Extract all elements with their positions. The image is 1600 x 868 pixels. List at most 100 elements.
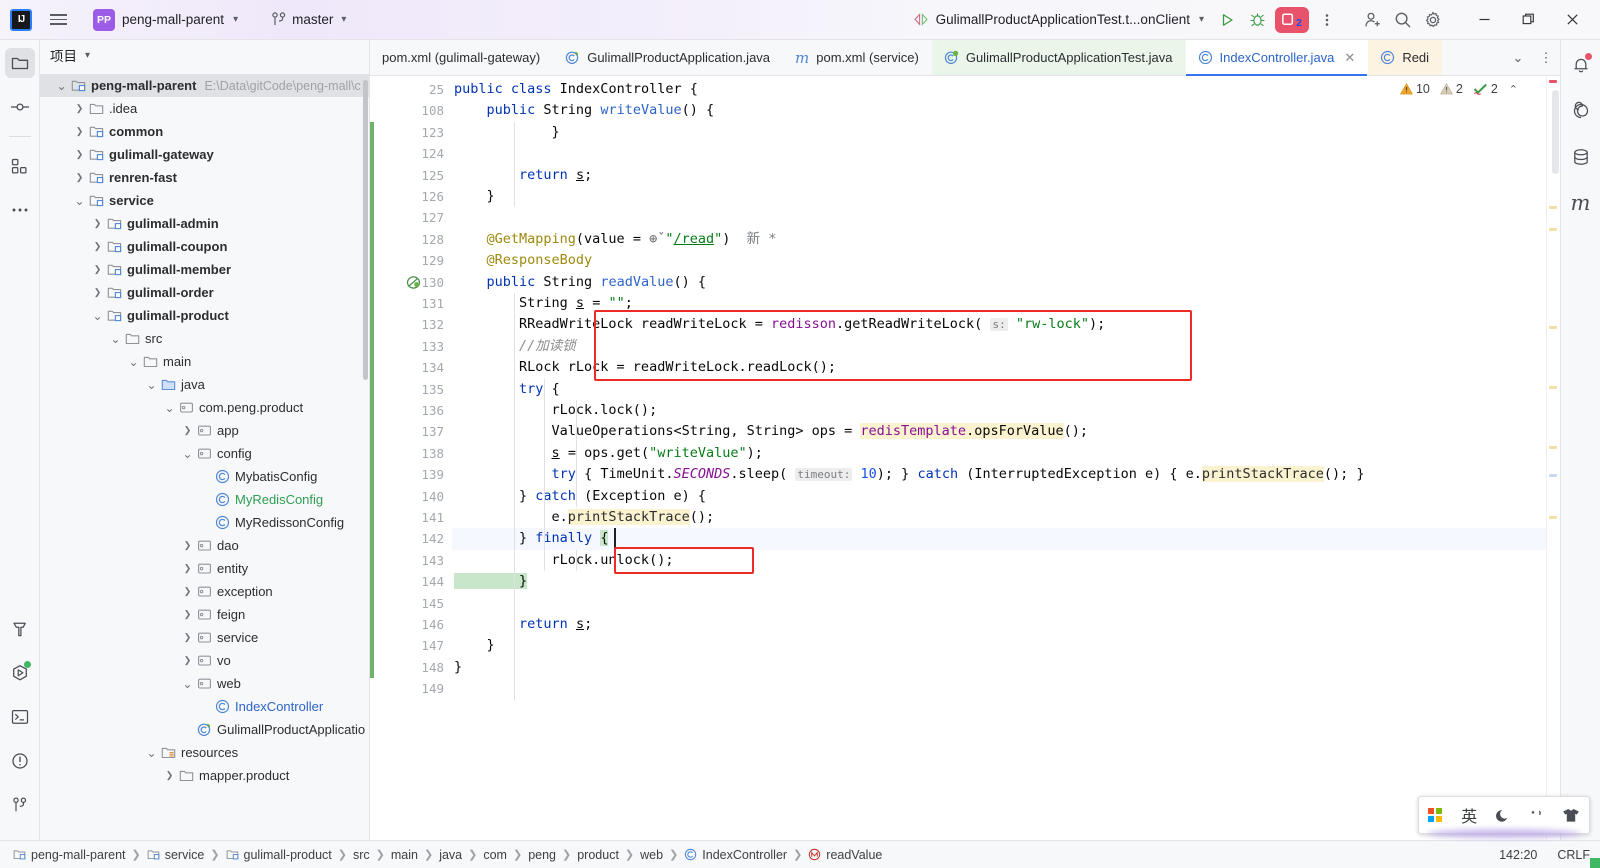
tree-node-java[interactable]: ⌄ java [40,373,369,396]
show-hidden-tabs-icon[interactable]: ⌄ [1504,40,1532,76]
project-tree-scrollbar[interactable] [363,80,368,380]
breadcrumb-item-java[interactable]: java [436,847,465,863]
code-line[interactable] [452,593,454,614]
tree-node-exception[interactable]: ❯ exception [40,580,369,603]
tree-node-dao[interactable]: ❯ dao [40,534,369,557]
code-line[interactable] [452,207,454,228]
run-configuration-selector[interactable]: GulimallProductApplicationTest.t...onCli… [905,9,1212,30]
chevron-down-icon[interactable]: ⌄ [90,310,105,322]
tree-node-gulimall-admin[interactable]: ❯ gulimall-admin [40,212,369,235]
close-tab-icon[interactable]: ✕ [1344,50,1355,66]
chevron-right-icon[interactable]: ❯ [72,126,87,137]
moon-icon[interactable] [1496,808,1511,823]
editor-tab-gulimallproductapplicationtest-java[interactable]: GulimallProductApplicationTest.java [931,40,1186,75]
breadcrumb-item-src[interactable]: src [350,847,373,863]
tree-node-peng-mall-parent[interactable]: ⌄ peng-mall-parent E:\Data\gitCode\peng-ma… [40,74,369,97]
skin-icon[interactable] [1562,808,1580,823]
code-line[interactable]: } [452,657,462,678]
chevron-right-icon[interactable]: ❯ [162,770,177,781]
editor-gutter[interactable]: 25 108 123 124 125 126 127 128 129 130 131 132 133 13… [370,76,452,840]
tree-node-renren-fast[interactable]: ❯ renren-fast [40,166,369,189]
editor-tab-indexcontroller-java[interactable]: IndexController.java ✕ [1185,40,1369,76]
editor-tab-pom-xml-gulimall-gateway-[interactable]: pom.xml (gulimall-gateway) [370,40,553,75]
nacos-button[interactable] [1566,96,1596,126]
tree-node-gulimall-gateway[interactable]: ❯ gulimall-gateway [40,143,369,166]
chevron-right-icon[interactable]: ❯ [180,655,195,666]
tabs-more-icon[interactable]: ⋮ [1532,40,1560,76]
sidebar-item-project[interactable] [4,48,35,78]
maximize-window-button[interactable] [1506,0,1550,40]
breadcrumb-item-service[interactable]: service [144,847,208,863]
code-line[interactable]: } [452,635,495,656]
sidebar-item-terminal[interactable] [5,702,35,732]
code-line[interactable]: s = ops.get("writeValue"); [452,443,763,464]
chevron-right-icon[interactable]: ❯ [180,632,195,643]
tree-node-service[interactable]: ❯ service [40,626,369,649]
code-line[interactable]: rLock.lock(); [452,400,658,421]
code-line[interactable]: public class IndexController { [452,79,698,100]
tree-node-src[interactable]: ⌄ src [40,327,369,350]
editor-scrollbar-thumb[interactable] [1552,90,1559,174]
share-project-button[interactable] [1358,5,1388,35]
warnings-count-item[interactable]: 10 [1399,82,1430,96]
ime-toolbar[interactable]: 英 [1418,796,1590,838]
breadcrumb-item-indexcontroller[interactable]: IndexController [681,847,790,863]
main-menu-button[interactable] [44,6,72,34]
project-selector[interactable]: PP peng-mall-parent ▾ [86,6,245,34]
tree-node-mapper-product[interactable]: ❯ mapper.product [40,764,369,787]
code-line[interactable]: } [452,186,495,207]
chevron-right-icon[interactable]: ❯ [180,425,195,436]
tree-node-mybatisconfig[interactable]: MybatisConfig [40,465,369,488]
vcs-change-marker[interactable] [370,121,374,679]
chevron-right-icon[interactable]: ❯ [72,103,87,114]
chevron-right-icon[interactable]: ❯ [180,586,195,597]
code-line[interactable]: public String writeValue() { [452,100,715,121]
code-line[interactable]: } [452,571,528,592]
more-actions-button[interactable] [1312,5,1342,35]
chevron-right-icon[interactable]: ❯ [72,149,87,160]
code-line[interactable]: ValueOperations<String, String> ops = re… [452,421,1088,442]
code-line[interactable]: } [452,122,560,143]
tree-node-feign[interactable]: ❯ feign [40,603,369,626]
inspection-widget[interactable]: 10 2 2 ⌃ [1399,82,1518,96]
windows-logo-icon[interactable] [1428,808,1443,822]
breadcrumb-item-web[interactable]: web [637,847,666,863]
gutter-run-icon[interactable] [406,275,421,290]
breadcrumb-item-peng-mall-parent[interactable]: peng-mall-parent [10,847,129,863]
code-line[interactable] [452,143,454,164]
tree-node-myredisconfig[interactable]: MyRedisConfig [40,488,369,511]
sidebar-item-services[interactable] [5,658,35,688]
code-line[interactable]: } finally { [452,528,609,549]
sidebar-item-commit[interactable] [5,92,35,122]
project-panel-header[interactable]: 项目 ▾ [40,40,369,70]
sidebar-item-build[interactable] [5,614,35,644]
debug-sessions-badge[interactable]: 2 [1275,6,1309,33]
chevron-down-icon[interactable]: ⌄ [54,80,69,92]
chevron-right-icon[interactable]: ❯ [90,241,105,252]
notifications-button[interactable] [1566,50,1596,80]
code-line[interactable]: } catch (Exception e) { [452,486,706,507]
tree-node-vo[interactable]: ❯ vo [40,649,369,672]
chevron-down-icon[interactable]: ⌄ [144,379,159,391]
debug-button[interactable] [1242,5,1272,35]
tree-node-gulimall-product[interactable]: ⌄ gulimall-product [40,304,369,327]
editor-tab-pom-xml-service-[interactable]: m pom.xml (service) [783,40,932,75]
code-line[interactable]: try { TimeUnit.SECONDS.sleep( timeout: 1… [452,464,1364,485]
chevron-right-icon[interactable]: ❯ [72,172,87,183]
tree-node-config[interactable]: ⌄ config [40,442,369,465]
breadcrumb-item-com[interactable]: com [480,847,510,863]
chevron-right-icon[interactable]: ❯ [90,264,105,275]
code-line[interactable]: @ResponseBody [452,250,593,271]
sidebar-item-problems[interactable] [5,746,35,776]
code-line[interactable]: e.printStackTrace(); [452,507,714,528]
tree-node-com-peng-product[interactable]: ⌄ com.peng.product [40,396,369,419]
error-stripe[interactable] [1546,76,1560,840]
code-line[interactable]: String s = ""; [452,293,633,314]
tree-node-gulimall-order[interactable]: ❯ gulimall-order [40,281,369,304]
chevron-down-icon[interactable]: ⌄ [144,747,159,759]
code-line[interactable]: return s; [452,165,592,186]
editor-tab-redi[interactable]: Redi [1368,40,1443,75]
tree-node-gulimall-member[interactable]: ❯ gulimall-member [40,258,369,281]
chevron-right-icon[interactable]: ❯ [180,540,195,551]
chevron-down-icon[interactable]: ⌄ [108,333,123,345]
